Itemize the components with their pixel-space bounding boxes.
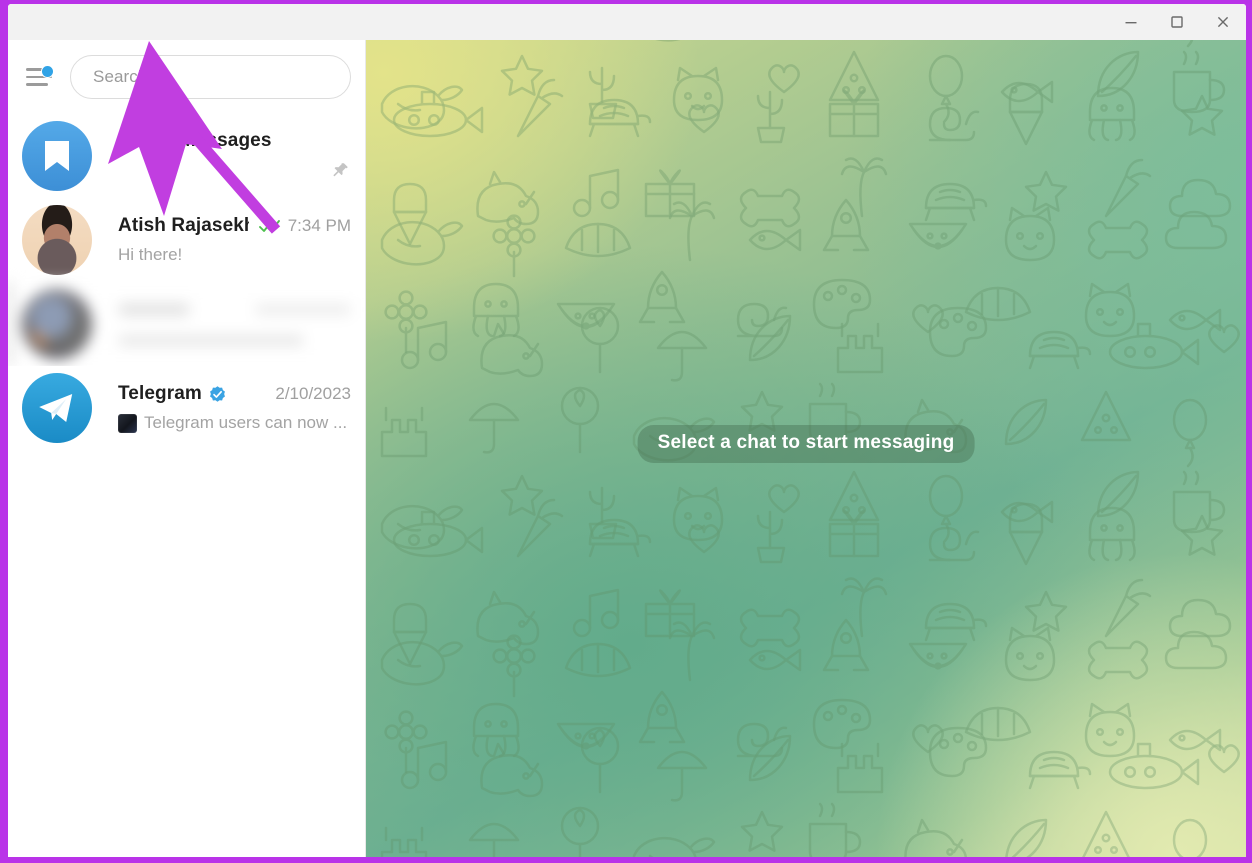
chat-list-item-telegram[interactable]: Telegram 2/10/2023 Telegram users can no…	[8, 366, 365, 450]
chat-preview-row	[118, 324, 351, 346]
chat-preview-text	[118, 334, 304, 346]
chat-list-item-atish[interactable]: Atish Rajasekha... 7:34 PM	[8, 198, 365, 282]
chat-list-item-redacted[interactable]	[8, 282, 365, 366]
chat-item-content	[118, 302, 351, 346]
hamburger-menu-icon[interactable]	[26, 65, 56, 88]
read-receipt-double-check-icon	[258, 219, 283, 234]
chat-item-top	[118, 302, 351, 316]
main-layout: Search Saved Messages Atish Rajasek 7:34…	[8, 40, 1246, 857]
close-icon	[1217, 16, 1229, 28]
preview-thumbnail	[118, 413, 137, 433]
avatar	[22, 289, 92, 359]
chat-list[interactable]: Saved Messages Atish Rajasek 7:34 PM Hi …	[8, 114, 365, 857]
chat-item-meta	[245, 303, 351, 315]
maximize-button[interactable]	[1154, 4, 1200, 40]
chat-preview-text: Telegram users can now ...	[144, 413, 348, 432]
window-inner: Search Saved Messages Atish Rajasek 7:34…	[8, 4, 1246, 857]
telegram-window: Search Saved Messages Atish Rajasek 7:34…	[0, 0, 1252, 863]
chat-item-content: Saved Messages	[118, 130, 351, 182]
empty-state-text: Select a chat to start messaging	[657, 432, 955, 454]
chat-timestamp	[255, 303, 351, 315]
chat-item-meta: 7:34 PM	[249, 216, 351, 236]
search-input[interactable]: Search	[70, 55, 351, 99]
chat-name: Atish Rajasekha...	[118, 215, 249, 236]
chat-preview-row: Telegram users can now ...	[118, 413, 351, 433]
search-placeholder: Search	[93, 67, 148, 86]
chat-item-top: Atish Rajasekha... 7:34 PM	[118, 215, 351, 237]
search-row: Search	[8, 40, 365, 114]
chat-name: Telegram	[118, 383, 202, 404]
empty-state-pill: Select a chat to start messaging	[637, 425, 975, 464]
selection-bar	[8, 114, 12, 198]
chat-name	[118, 302, 190, 316]
chat-timestamp: 7:34 PM	[287, 216, 351, 235]
selection-bar	[8, 366, 12, 450]
saved-messages-bookmark-icon	[22, 121, 92, 191]
chat-item-meta: 2/10/2023	[265, 384, 351, 404]
chat-name: Saved Messages	[118, 130, 272, 151]
selection-bar	[8, 198, 12, 282]
chat-preview-row: Hi there!	[118, 245, 351, 265]
chat-item-content: Atish Rajasekha... 7:34 PM	[118, 215, 351, 265]
title-bar	[8, 4, 1246, 40]
chat-item-top: Saved Messages	[118, 130, 351, 152]
pin-icon	[329, 160, 351, 182]
maximize-icon	[1171, 16, 1183, 28]
sidebar: Search Saved Messages Atish Rajasek 7:34…	[8, 40, 366, 857]
verified-badge-icon	[208, 385, 227, 404]
chat-preview-text: Hi there!	[118, 245, 183, 264]
chat-preview-row	[118, 160, 351, 182]
close-button[interactable]	[1200, 4, 1246, 40]
chat-list-item-saved-messages[interactable]: Saved Messages	[8, 114, 365, 198]
chat-timestamp: 2/10/2023	[275, 384, 351, 403]
chat-item-top: Telegram 2/10/2023	[118, 383, 351, 405]
menu-badge-dot	[41, 65, 54, 78]
minimize-button[interactable]	[1108, 4, 1154, 40]
selection-bar	[8, 282, 12, 366]
telegram-logo-icon	[22, 373, 92, 443]
chat-item-content: Telegram 2/10/2023 Telegram users can no…	[118, 383, 351, 433]
minimize-icon	[1125, 22, 1137, 24]
avatar	[22, 205, 92, 275]
chat-area: Select a chat to start messaging	[366, 40, 1246, 857]
